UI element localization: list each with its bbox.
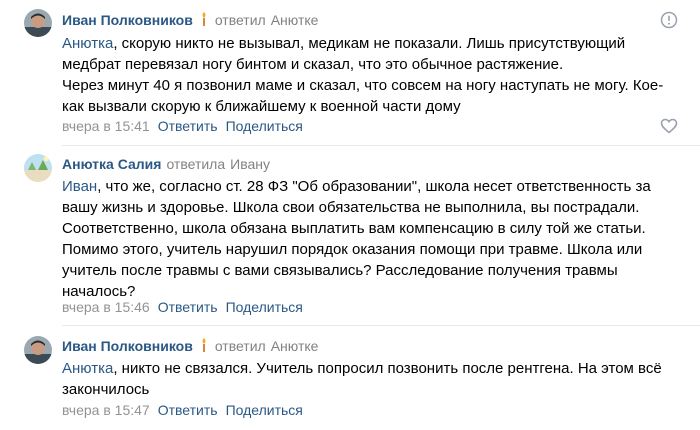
torch-icon	[202, 338, 206, 352]
comment-2: Анютка Салия ответила Ивану Иван, что же, …	[0, 146, 700, 326]
mention-link[interactable]: Анютка	[62, 360, 113, 377]
comment-meta: вчера в 15:47 Ответить Поделиться	[62, 400, 303, 420]
comment-text: Иван, что же, согласно ст. 28 ФЗ "Об обр…	[62, 176, 692, 302]
replied-label: ответил	[214, 12, 266, 28]
report-icon[interactable]	[660, 11, 678, 29]
comment-1: Иван Полковников ответил Анютке Анютка, ск…	[0, 0, 700, 146]
avatar-ivan[interactable]	[24, 336, 52, 364]
reply-to-link[interactable]: Ивану	[230, 156, 270, 172]
reply-to-link[interactable]: Анютке	[271, 12, 319, 28]
comment-body: , никто не связался. Учитель попросил по…	[62, 360, 662, 398]
reply-button[interactable]: Ответить	[158, 118, 218, 134]
comment-body: , что же, согласно ст. 28 ФЗ "Об образов…	[62, 178, 651, 300]
heart-icon[interactable]	[660, 118, 678, 134]
share-button[interactable]: Поделиться	[226, 402, 303, 418]
comment-text: Анютка, скорую никто не вызывал, медикам…	[62, 33, 692, 117]
mention-link[interactable]: Анютка	[62, 35, 113, 52]
avatar-anyutka[interactable]	[24, 154, 52, 182]
comment-3: Иван Полковников ответил Анютке Анютка, ни…	[0, 326, 700, 430]
author-name[interactable]: Иван Полковников	[62, 12, 193, 28]
reply-button[interactable]: Ответить	[158, 299, 218, 315]
author-name[interactable]: Анютка Салия	[62, 156, 161, 172]
comment-date[interactable]: вчера в 15:41	[62, 118, 150, 134]
replied-label: ответил	[214, 338, 266, 354]
author-name[interactable]: Иван Полковников	[62, 338, 193, 354]
replied-label: ответила	[166, 156, 226, 172]
comment-meta: вчера в 15:46 Ответить Поделиться	[62, 297, 303, 317]
reply-to-link[interactable]: Анютке	[271, 338, 319, 354]
comment-meta: вчера в 15:41 Ответить Поделиться	[62, 116, 303, 136]
reply-button[interactable]: Ответить	[158, 402, 218, 418]
comment-text: Анютка, никто не связался. Учитель попро…	[62, 358, 692, 400]
torch-icon	[202, 12, 206, 26]
share-button[interactable]: Поделиться	[226, 118, 303, 134]
share-button[interactable]: Поделиться	[226, 299, 303, 315]
comment-body: , скорую никто не вызывал, медикам не по…	[62, 35, 664, 115]
author-line: Иван Полковников ответил Анютке	[62, 336, 318, 356]
author-line: Иван Полковников ответил Анютке	[62, 10, 318, 30]
mention-link[interactable]: Иван	[62, 178, 97, 195]
comment-date[interactable]: вчера в 15:46	[62, 299, 150, 315]
avatar-ivan[interactable]	[24, 9, 52, 37]
author-line: Анютка Салия ответила Ивану	[62, 154, 270, 174]
comment-date[interactable]: вчера в 15:47	[62, 402, 150, 418]
